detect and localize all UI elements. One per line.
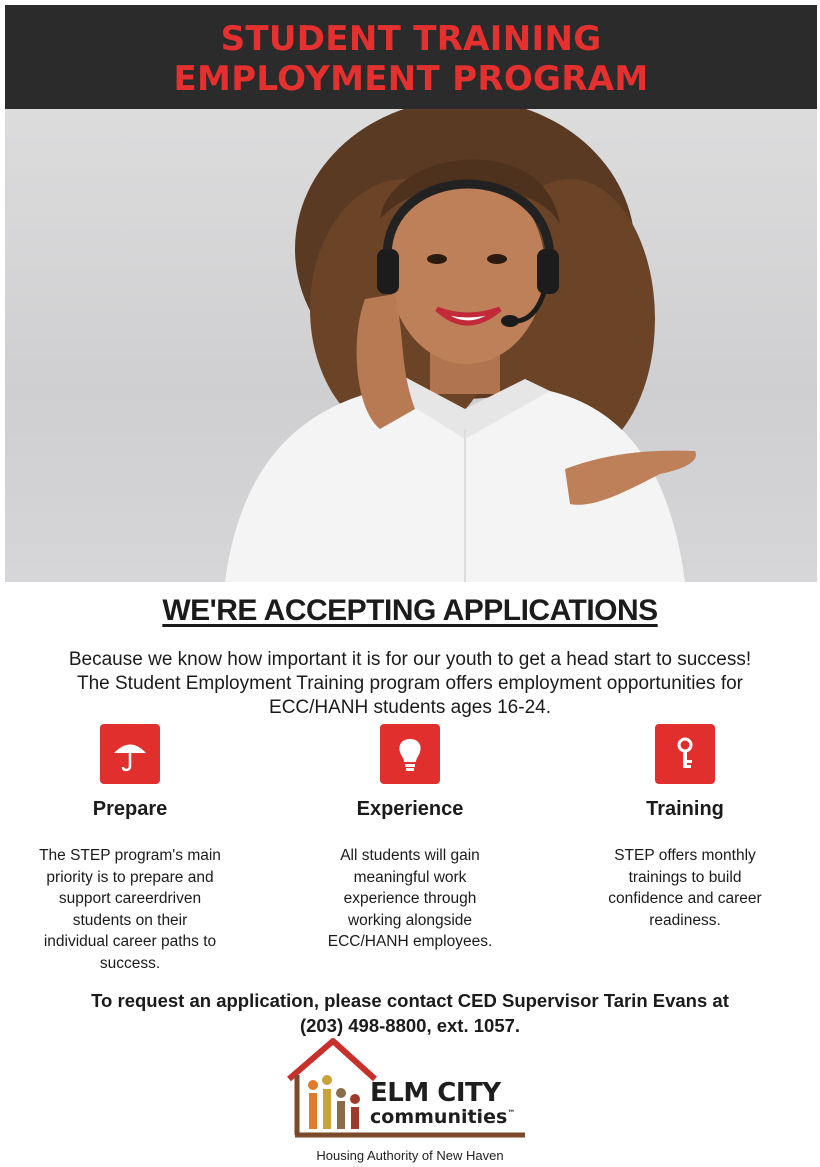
- lightbulb-icon: [380, 724, 440, 784]
- intro-line-1: Because we know how important it is for …: [68, 649, 752, 670]
- title-line-2: EMPLOYMENT PROGRAM: [173, 59, 649, 99]
- title-line-1: STUDENT TRAINING: [220, 19, 602, 59]
- logo-tagline: Housing Authority of New Haven: [316, 1148, 504, 1163]
- umbrella-icon: [100, 724, 160, 784]
- page-title: STUDENT TRAINING EMPLOYMENT PROGRAM: [5, 5, 817, 99]
- desc-line: STEP offers monthly: [614, 847, 756, 864]
- desc-line: students on their: [72, 911, 188, 929]
- logo-name: ELM CITY: [370, 1078, 501, 1108]
- intro-paragraph: Because we know how important it is for …: [30, 648, 790, 720]
- desc-line: readiness.: [649, 911, 721, 929]
- feature-description: STEP offers monthly trainings to build c…: [570, 845, 800, 931]
- desc-line: The STEP program's main: [39, 847, 221, 864]
- feature-experience: Experience All students will gain meanin…: [295, 724, 525, 953]
- trademark: ™: [507, 1108, 516, 1118]
- feature-title: Experience: [356, 798, 464, 820]
- desc-line: trainings to build: [628, 868, 742, 886]
- desc-line: support careerdriven: [58, 890, 202, 907]
- key-icon: [655, 724, 715, 784]
- desc-line: meaningful work: [353, 868, 467, 886]
- desc-line: success.: [99, 954, 161, 972]
- feature-title: Prepare: [92, 798, 168, 820]
- contact-line-1: To request an application, please contac…: [91, 990, 729, 1011]
- feature-training: Training STEP offers monthly trainings t…: [570, 724, 800, 931]
- feature-title: Training: [646, 798, 724, 820]
- intro-line-3: ECC/HANH students ages 16-24.: [269, 697, 551, 718]
- desc-line: individual career paths to: [43, 933, 217, 950]
- headset-woman-illustration: [225, 109, 696, 582]
- desc-line: ECC/HANH employees.: [327, 933, 493, 950]
- desc-line: All students will gain: [340, 847, 480, 864]
- contact-info: To request an application, please contac…: [20, 988, 800, 1038]
- feature-description: All students will gain meaningful work e…: [295, 845, 525, 953]
- hero-photo: [5, 109, 817, 582]
- accepting-applications-heading: WE'RE ACCEPTING APPLICATIONS: [0, 594, 820, 628]
- desc-line: working alongside: [347, 911, 473, 929]
- feature-prepare: Prepare The STEP program's main priority…: [15, 724, 245, 974]
- feature-description: The STEP program's main priority is to p…: [15, 845, 245, 974]
- heading-text: WE'RE ACCEPTING APPLICATIONS: [162, 594, 658, 627]
- header-banner: STUDENT TRAINING EMPLOYMENT PROGRAM: [5, 5, 817, 109]
- desc-line: priority is to prepare and: [46, 868, 214, 886]
- desc-line: confidence and career: [608, 890, 762, 907]
- desc-line: experience through: [343, 890, 477, 907]
- logo-sub-text: communities: [370, 1106, 508, 1128]
- intro-line-2: The Student Employment Training program …: [76, 673, 744, 694]
- logo-subtitle: communities™: [370, 1106, 515, 1128]
